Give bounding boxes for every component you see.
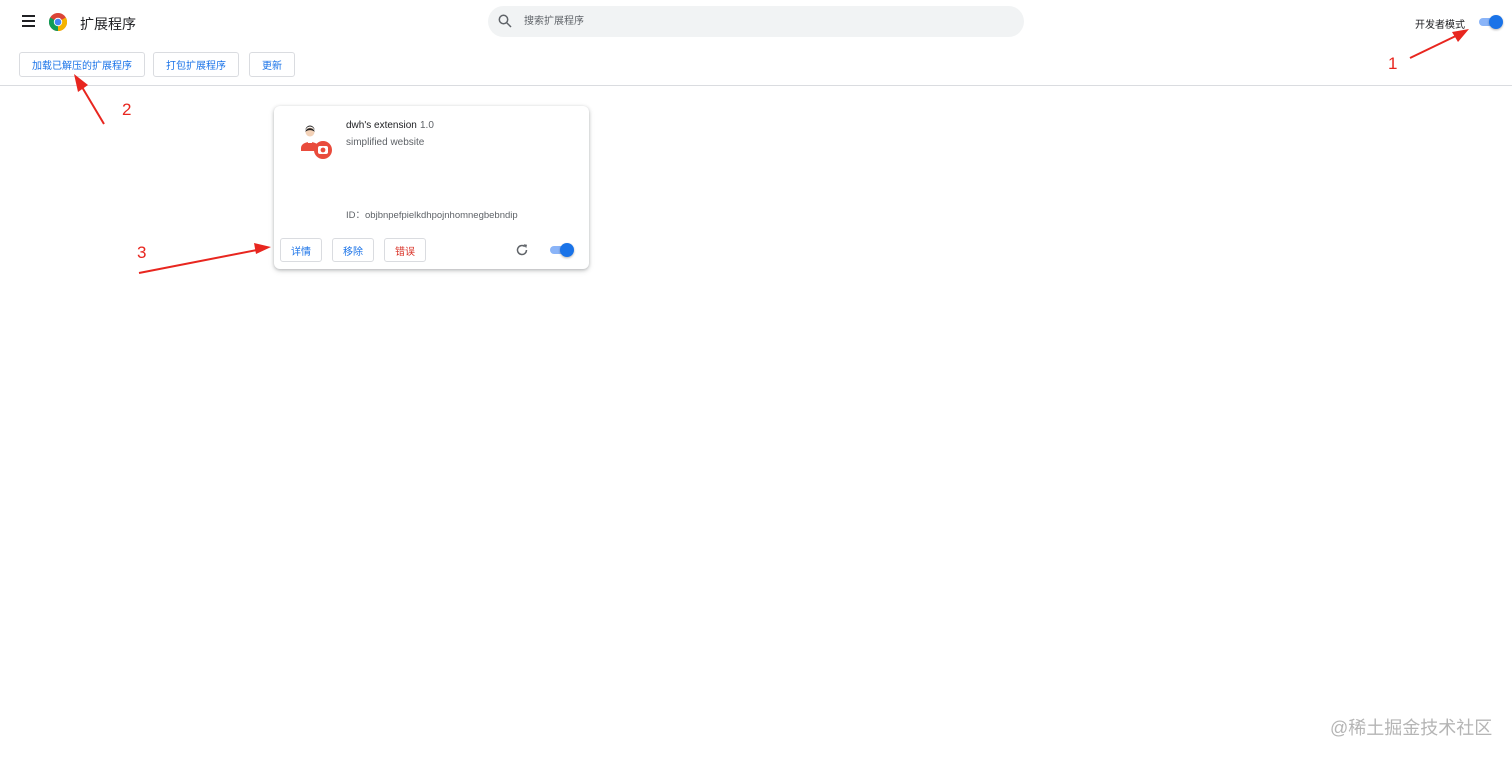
page-title: 扩展程序	[80, 16, 136, 32]
app-header: 扩展程序 开发者模式	[0, 0, 1512, 44]
dev-toolbar: 加载已解压的扩展程序 打包扩展程序 更新	[0, 44, 1512, 86]
extension-description: simplified website	[346, 137, 425, 148]
annotation-label-1: 1	[1388, 54, 1398, 73]
menu-icon[interactable]	[20, 12, 38, 32]
watermark: @稀土掘金技术社区	[1330, 718, 1493, 738]
extension-id-label: ID：	[346, 210, 366, 221]
update-button[interactable]: 更新	[249, 52, 295, 77]
developer-mode-toggle[interactable]	[1477, 15, 1503, 29]
extension-id: objbnpefpielkdhpojnhomnegbebndip	[365, 210, 518, 221]
extension-id-row: ID：objbnpefpielkdhpojnhomnegbebndip	[346, 207, 518, 221]
search-input[interactable]	[524, 6, 1004, 37]
extension-version: 1.0	[420, 120, 434, 131]
annotation-arrows	[74, 29, 1469, 274]
errors-button[interactable]: 错误	[384, 238, 426, 262]
annotation-label-3: 3	[137, 243, 147, 262]
pack-extension-button[interactable]: 打包扩展程序	[153, 52, 239, 77]
extension-card: dwh's extension 1.0 simplified website I…	[274, 106, 589, 269]
remove-button[interactable]: 移除	[332, 238, 374, 262]
chrome-logo-icon	[49, 13, 67, 31]
extension-name: dwh's extension	[346, 120, 417, 131]
details-button[interactable]: 详情	[280, 238, 322, 262]
search-box[interactable]	[488, 6, 1024, 37]
annotation-arrow-3	[138, 243, 271, 274]
extension-enable-toggle[interactable]	[548, 243, 574, 257]
developer-mode-label: 开发者模式	[1415, 20, 1465, 31]
reload-icon[interactable]	[515, 243, 529, 257]
annotation-label-2: 2	[122, 100, 132, 119]
search-icon	[498, 14, 512, 28]
load-unpacked-button[interactable]: 加载已解压的扩展程序	[19, 52, 145, 77]
extension-avatar-icon	[301, 125, 332, 159]
